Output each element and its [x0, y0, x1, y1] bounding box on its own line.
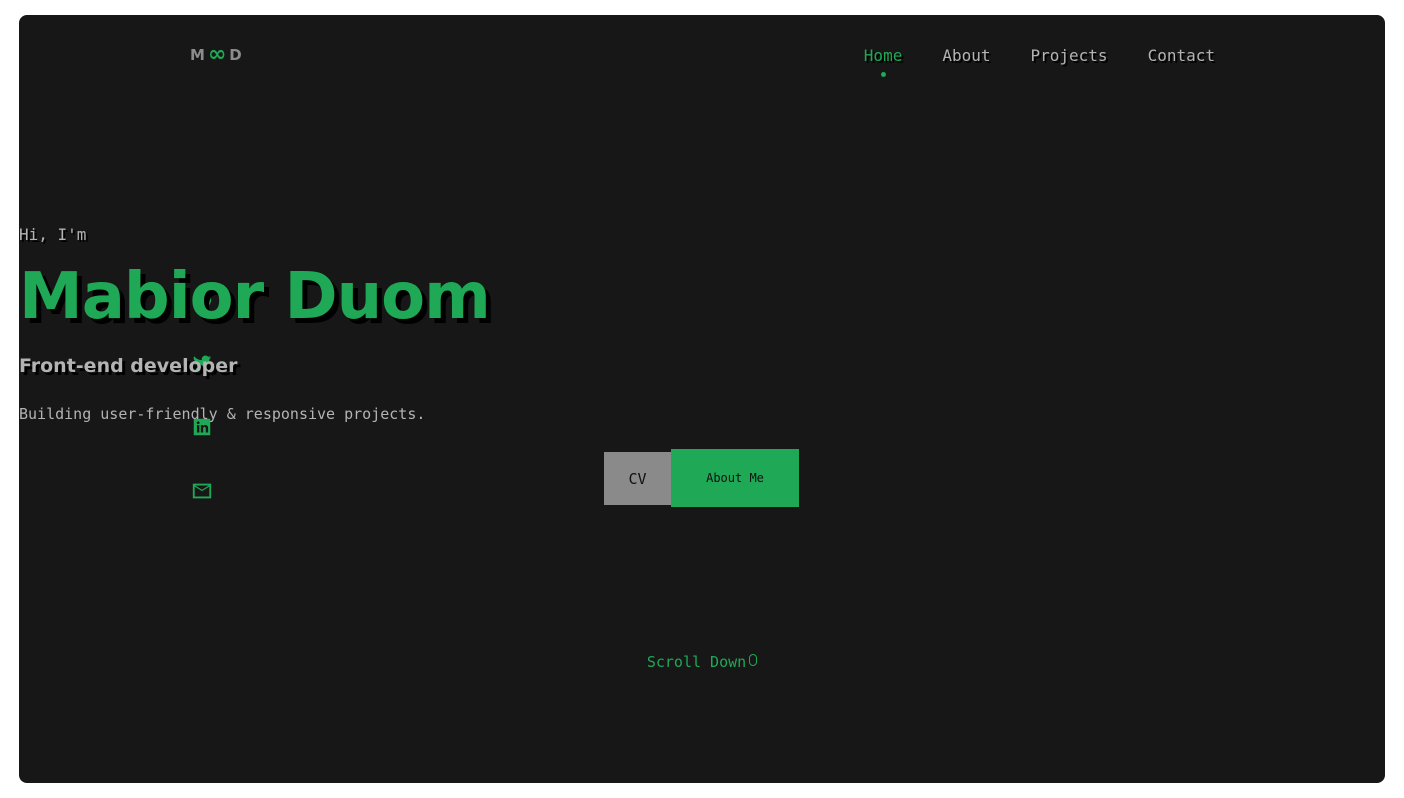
greeting-text: Hi, I'm: [19, 225, 87, 244]
scroll-down-link[interactable]: Scroll Down: [19, 653, 1385, 671]
hero-name: Mabior Duom: [19, 260, 491, 334]
nav-projects[interactable]: Projects: [1031, 46, 1108, 65]
logo-letter-d: D: [229, 46, 243, 64]
scroll-down-label: Scroll Down: [646, 653, 747, 671]
main-nav: Home About Projects Contact: [864, 46, 1215, 77]
email-icon[interactable]: [191, 480, 213, 502]
cv-button[interactable]: CV: [604, 452, 671, 505]
page-frame: M ∞ D Home About Projects Contact Hi, I'…: [19, 15, 1385, 783]
hero-tagline: Building user-friendly & responsive proj…: [19, 405, 426, 423]
logo-letter-m: M: [190, 46, 206, 64]
logo-infinity-icon: ∞: [207, 41, 228, 67]
nav-home[interactable]: Home: [864, 46, 902, 77]
hero-role: Front-end developer: [19, 355, 238, 377]
mouse-icon: [749, 654, 758, 666]
about-me-button[interactable]: About Me: [671, 449, 799, 507]
nav-contact[interactable]: Contact: [1148, 46, 1215, 65]
nav-about[interactable]: About: [942, 46, 990, 65]
logo[interactable]: M ∞ D: [190, 41, 243, 67]
